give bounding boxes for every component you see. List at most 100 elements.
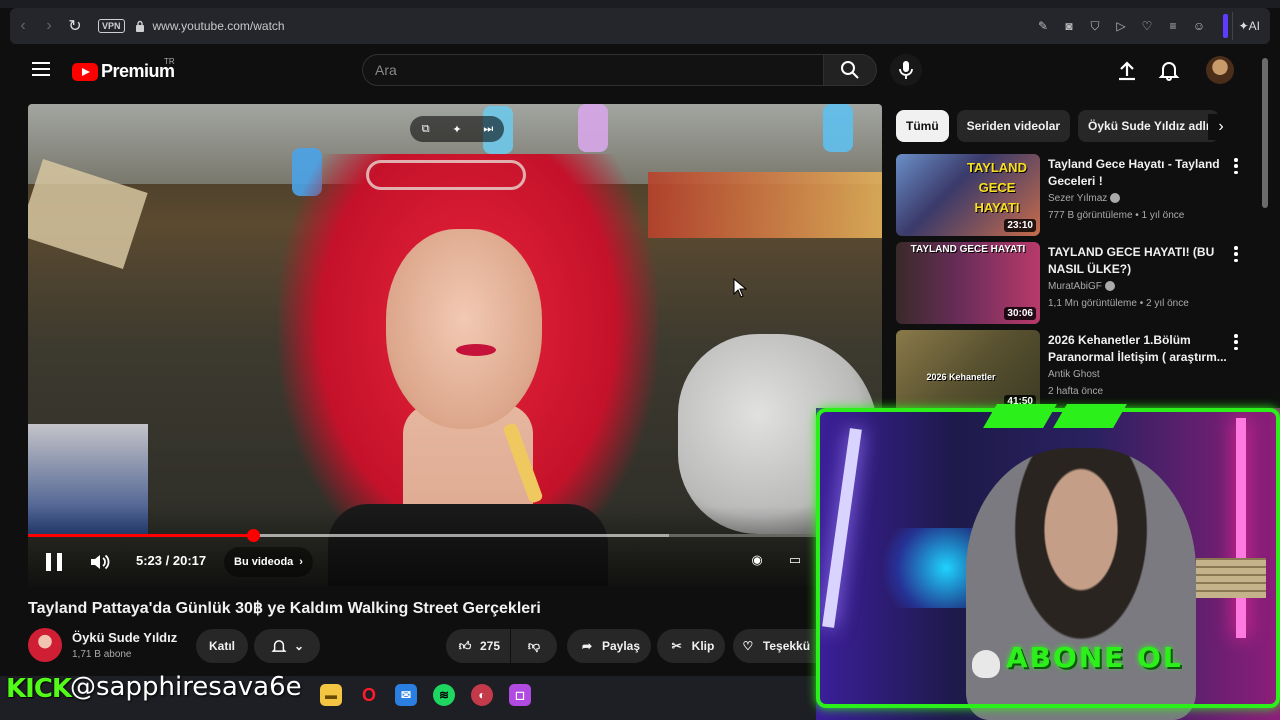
spotify-icon[interactable]: ≋ [433, 684, 455, 706]
youtube-logo[interactable]: Premium [72, 61, 175, 82]
played-bar [28, 534, 253, 537]
thumbs-down-icon: 👎︎ [527, 638, 541, 653]
player-controls: 5:23 / 20:17 Bu videoda› ◉ ▭ ⚙HD ▭ [28, 545, 882, 579]
camera-icon[interactable]: ◙ [1060, 17, 1078, 35]
autoplay-toggle-icon[interactable]: ◉ [746, 549, 768, 571]
upload-icon[interactable] [1116, 60, 1138, 82]
more-options-icon[interactable] [1234, 334, 1238, 350]
vpn-badge[interactable]: VPN [98, 19, 125, 33]
recommendation-item[interactable]: 2026 Kehanetler 41:50 2026 Kehanetler 1.… [896, 330, 1250, 412]
reload-icon[interactable]: ↻ [62, 13, 88, 39]
progress-bar[interactable] [28, 529, 882, 542]
join-button[interactable]: Katıl [196, 629, 248, 663]
notifications-bell-icon[interactable] [1158, 59, 1180, 81]
sparkle-icon: ✦ [1238, 19, 1249, 33]
chip-series[interactable]: Seriden videolar [956, 110, 1071, 142]
file-explorer-icon[interactable]: ▬ [320, 684, 342, 706]
recommendation-meta: 2 hafta önce [1048, 386, 1104, 397]
opera-icon[interactable]: O [358, 684, 380, 706]
video-scene-face [386, 229, 542, 429]
clip-label: Klip [691, 639, 715, 653]
recommendation-meta: 1,1 Mn görüntüleme • 2 yıl önce [1048, 298, 1189, 309]
chip-all[interactable]: Tümü [896, 110, 949, 142]
recommendation-thumbnail[interactable]: TAYLAND GECE HAYATI 23:10 [896, 154, 1040, 236]
voice-search-button[interactable] [890, 54, 922, 86]
list-icon[interactable]: ≡ [1164, 17, 1182, 35]
account-avatar[interactable] [1206, 56, 1234, 84]
verified-icon [1104, 281, 1115, 292]
browser-tab-strip [0, 0, 1280, 8]
thanks-button[interactable]: ♡ Teşekkü [733, 629, 816, 663]
url-input[interactable]: www.youtube.com/watch [153, 19, 285, 33]
lock-icon [135, 20, 144, 32]
ai-button[interactable]: ✦ AI [1231, 12, 1266, 40]
share-button[interactable]: ➦ Paylaş [567, 629, 651, 663]
skull-icon [972, 650, 1000, 678]
recommendation-item[interactable]: TAYLAND GECE HAYATI 23:10 Tayland Gece H… [896, 154, 1250, 236]
video-scene-sunglasses [366, 160, 526, 190]
join-label: Katıl [208, 639, 235, 653]
mic-icon [899, 61, 913, 79]
ask-sparkle-icon[interactable]: ✦ [450, 122, 464, 136]
recommendation-title[interactable]: TAYLAND GECE HAYATI! (BU NASIL ÜLKE?) [1048, 244, 1228, 278]
twitch-app-icon[interactable]: ◻ [509, 684, 531, 706]
recommendation-title[interactable]: Tayland Gece Hayatı - Tayland Geceleri ! [1048, 156, 1228, 190]
heart-icon[interactable]: ♡ [1138, 17, 1156, 35]
thumbs-up-icon: 👍︎ [458, 638, 472, 653]
dislike-button[interactable]: 👎︎ [511, 629, 557, 663]
channel-label[interactable]: Antik Ghost [1048, 369, 1100, 380]
youtube-header: Premium TR Ara [10, 44, 1270, 100]
pause-icon[interactable] [46, 553, 62, 571]
volume-icon[interactable] [88, 551, 110, 573]
ai-label: AI [1248, 19, 1260, 33]
play-icon[interactable]: ▷ [1112, 17, 1130, 35]
clip-button[interactable]: ✂ Klip [657, 629, 725, 663]
recommendation-thumbnail[interactable]: TAYLAND GECE HAYATI 30:06 [896, 242, 1040, 324]
back-icon[interactable]: ‹ [10, 13, 36, 39]
subscribed-bell-button[interactable]: ⌄ [254, 629, 320, 663]
channel-name[interactable]: Öykü Sude Yıldız [72, 630, 177, 645]
mail-icon[interactable]: ✉ [395, 684, 417, 706]
miniplayer-icon[interactable]: ⧉ [419, 122, 433, 136]
recommendation-meta: 777 B görüntüleme • 1 yıl önce [1048, 210, 1185, 221]
recommendation-thumbnail[interactable]: 2026 Kehanetler 41:50 [896, 330, 1040, 412]
channel-label[interactable]: Sezer Yılmaz [1048, 193, 1107, 204]
thumbnail-text: TAYLAND GECE HAYATI [910, 244, 1026, 255]
scrubber-knob[interactable] [246, 529, 260, 542]
chip-channel[interactable]: Öykü Sude Yıldız adlı [1078, 110, 1220, 142]
forward-icon[interactable]: › [36, 13, 62, 39]
streamer-handle: @sapphiresava6e [70, 672, 302, 702]
country-code: TR [164, 57, 175, 66]
channel-label[interactable]: MuratAbiGF [1048, 281, 1102, 292]
thanks-label: Teşekkü [762, 639, 811, 653]
mouse-cursor-icon [733, 278, 747, 298]
menu-icon[interactable] [32, 62, 50, 76]
profile-icon[interactable]: ☺ [1190, 17, 1208, 35]
video-scene-lantern [823, 104, 853, 152]
autoplay-icon[interactable]: ⏭ [481, 122, 495, 136]
video-player[interactable]: ⧉ ✦ ⏭ 5:23 / 20:17 Bu videoda› ◉ ▭ ⚙HD ▭ [28, 104, 882, 586]
like-button[interactable]: 👍︎ 275 [446, 629, 510, 663]
video-scene-lantern [578, 104, 608, 152]
search-button[interactable] [823, 54, 877, 86]
subtitles-icon[interactable]: ▭ [784, 549, 806, 571]
video-duration: 23:10 [1004, 219, 1036, 232]
recommendation-title[interactable]: 2026 Kehanetler 1.Bölüm Paranormal İleti… [1048, 332, 1228, 366]
share-icon: ➦ [581, 639, 592, 653]
app-icon[interactable]: ◐ [471, 684, 493, 706]
like-count: 275 [479, 639, 501, 653]
page-scrollbar[interactable] [1262, 58, 1268, 208]
shield-icon[interactable]: ⛉ [1086, 17, 1104, 35]
subscribe-overlay-text: ABONE OL [1006, 641, 1183, 674]
recommendation-item[interactable]: TAYLAND GECE HAYATI 30:06 TAYLAND GECE H… [896, 242, 1250, 324]
kick-logo: KICK [6, 674, 72, 704]
chapter-button[interactable]: Bu videoda › [224, 547, 313, 577]
more-options-icon[interactable] [1234, 246, 1238, 262]
recommendation-channel: Antik Ghost [1048, 369, 1100, 380]
chevron-right-icon[interactable]: › [1208, 114, 1234, 140]
more-options-icon[interactable] [1234, 158, 1238, 174]
channel-avatar[interactable] [28, 628, 62, 662]
search-input[interactable]: Ara [362, 54, 824, 86]
browser-address-bar: ‹ › ↻ VPN www.youtube.com/watch ✎ ◙ ⛉ ▷ … [10, 8, 1270, 44]
edit-icon[interactable]: ✎ [1034, 17, 1052, 35]
